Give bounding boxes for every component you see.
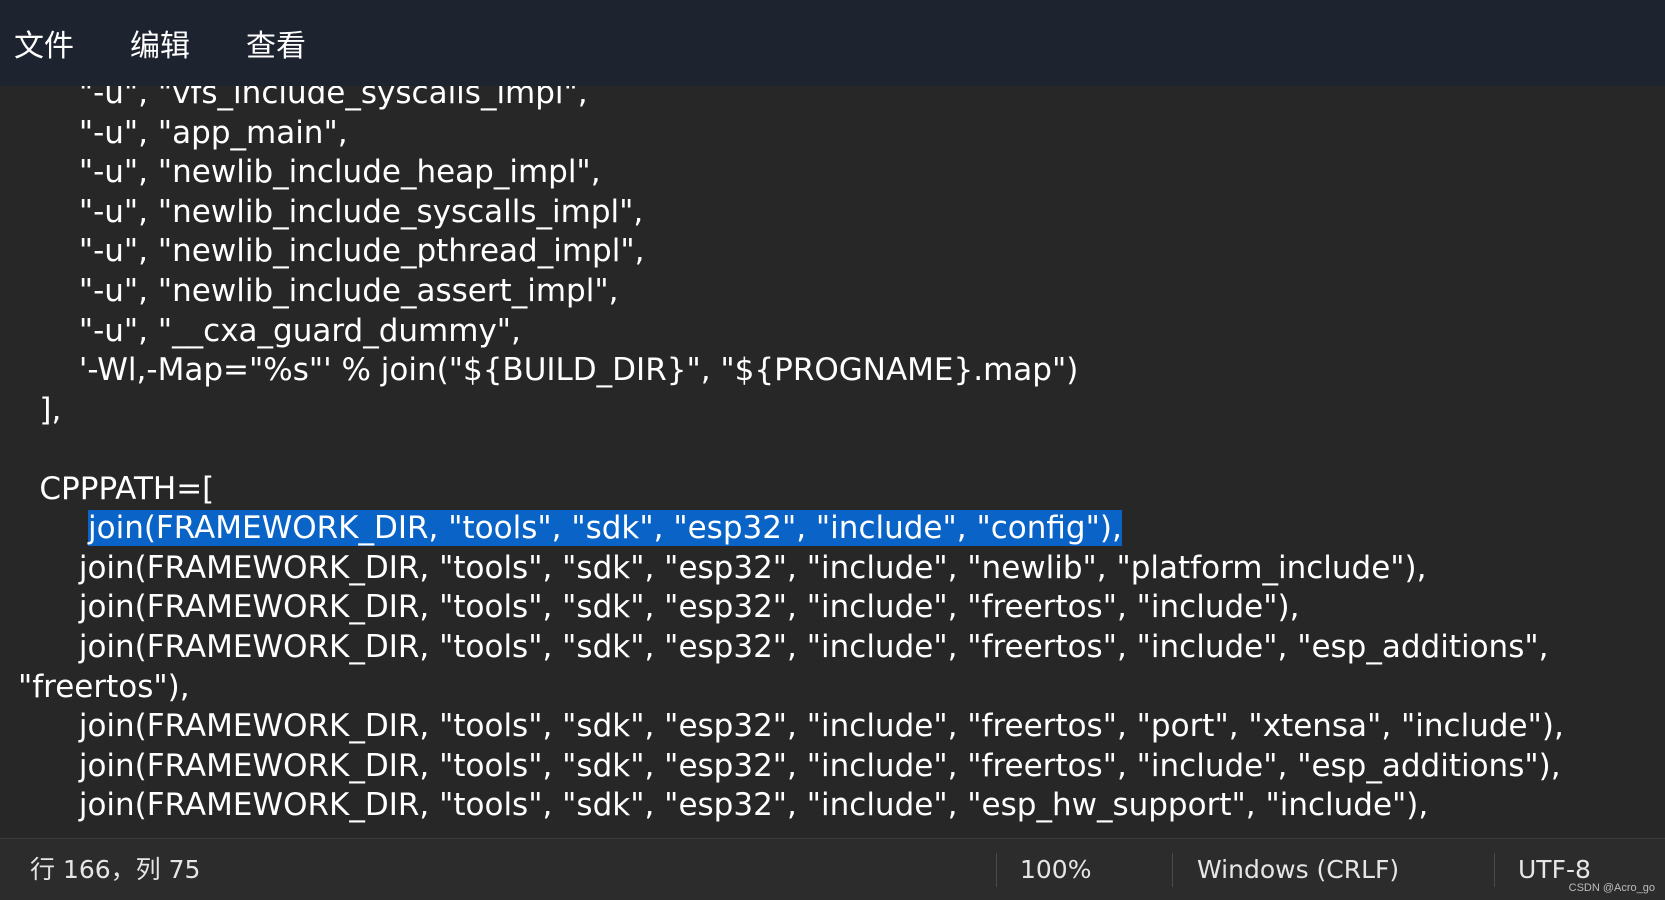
editor-line: join(FRAMEWORK_DIR, "tools", "sdk", "esp… (0, 748, 1561, 784)
menu-edit[interactable]: 编辑 (130, 0, 190, 86)
menu-bar: 文件 编辑 查看 (0, 0, 1665, 86)
line-ending: Windows (CRLF) (1197, 855, 1400, 884)
editor-line: "-u", "newlib_include_assert_impl", (0, 273, 619, 309)
editor-line: '-Wl,-Map="%s"' % join("${BUILD_DIR}", "… (0, 352, 1079, 388)
editor-line: "-u", "newlib_include_pthread_impl", (0, 233, 645, 269)
menu-view[interactable]: 查看 (246, 0, 306, 86)
text-editor-area[interactable]: "-u", "vfs_include_syscalls_impl", "-u",… (0, 86, 1665, 838)
editor-line: join(FRAMEWORK_DIR, "tools", "sdk", "esp… (0, 708, 1564, 744)
editor-line: "-u", "newlib_include_syscalls_impl", (0, 194, 644, 230)
editor-line: "freertos"), (18, 669, 190, 705)
cursor-position: 行 166，列 75 (30, 855, 201, 884)
status-divider (996, 853, 997, 887)
editor-line: "-u", "__cxa_guard_dummy", (0, 313, 521, 349)
editor-line: "-u", "newlib_include_heap_impl", (0, 154, 601, 190)
zoom-level: 100% (1020, 855, 1092, 884)
status-bar: 行 166，列 75 100% Windows (CRLF) UTF-8 CSD… (0, 838, 1665, 900)
watermark: CSDN @Acro_go (1568, 882, 1655, 894)
editor-line: join(FRAMEWORK_DIR, "tools", "sdk", "esp… (0, 550, 1427, 586)
status-divider (1172, 853, 1173, 887)
editor-line: CPPPATH=[ (0, 471, 215, 507)
editor-line: ], (0, 392, 62, 428)
editor-line: join(FRAMEWORK_DIR, "tools", "sdk", "esp… (0, 787, 1429, 823)
editor-line: join(FRAMEWORK_DIR, "tools", "sdk", "esp… (0, 629, 1549, 665)
notepad-window: 文件 编辑 查看 "-u", "vfs_include_syscalls_imp… (0, 0, 1665, 900)
menu-file[interactable]: 文件 (14, 0, 74, 86)
editor-line: join(FRAMEWORK_DIR, "tools", "sdk", "esp… (0, 589, 1300, 625)
editor-line-selected: join(FRAMEWORK_DIR, "tools", "sdk", "esp… (88, 507, 1122, 549)
text-selection: join(FRAMEWORK_DIR, "tools", "sdk", "esp… (88, 510, 1122, 546)
status-divider (1494, 853, 1495, 887)
editor-line: "-u", "vfs_include_syscalls_impl", (0, 86, 588, 111)
editor-line: "-u", "app_main", (0, 115, 348, 151)
